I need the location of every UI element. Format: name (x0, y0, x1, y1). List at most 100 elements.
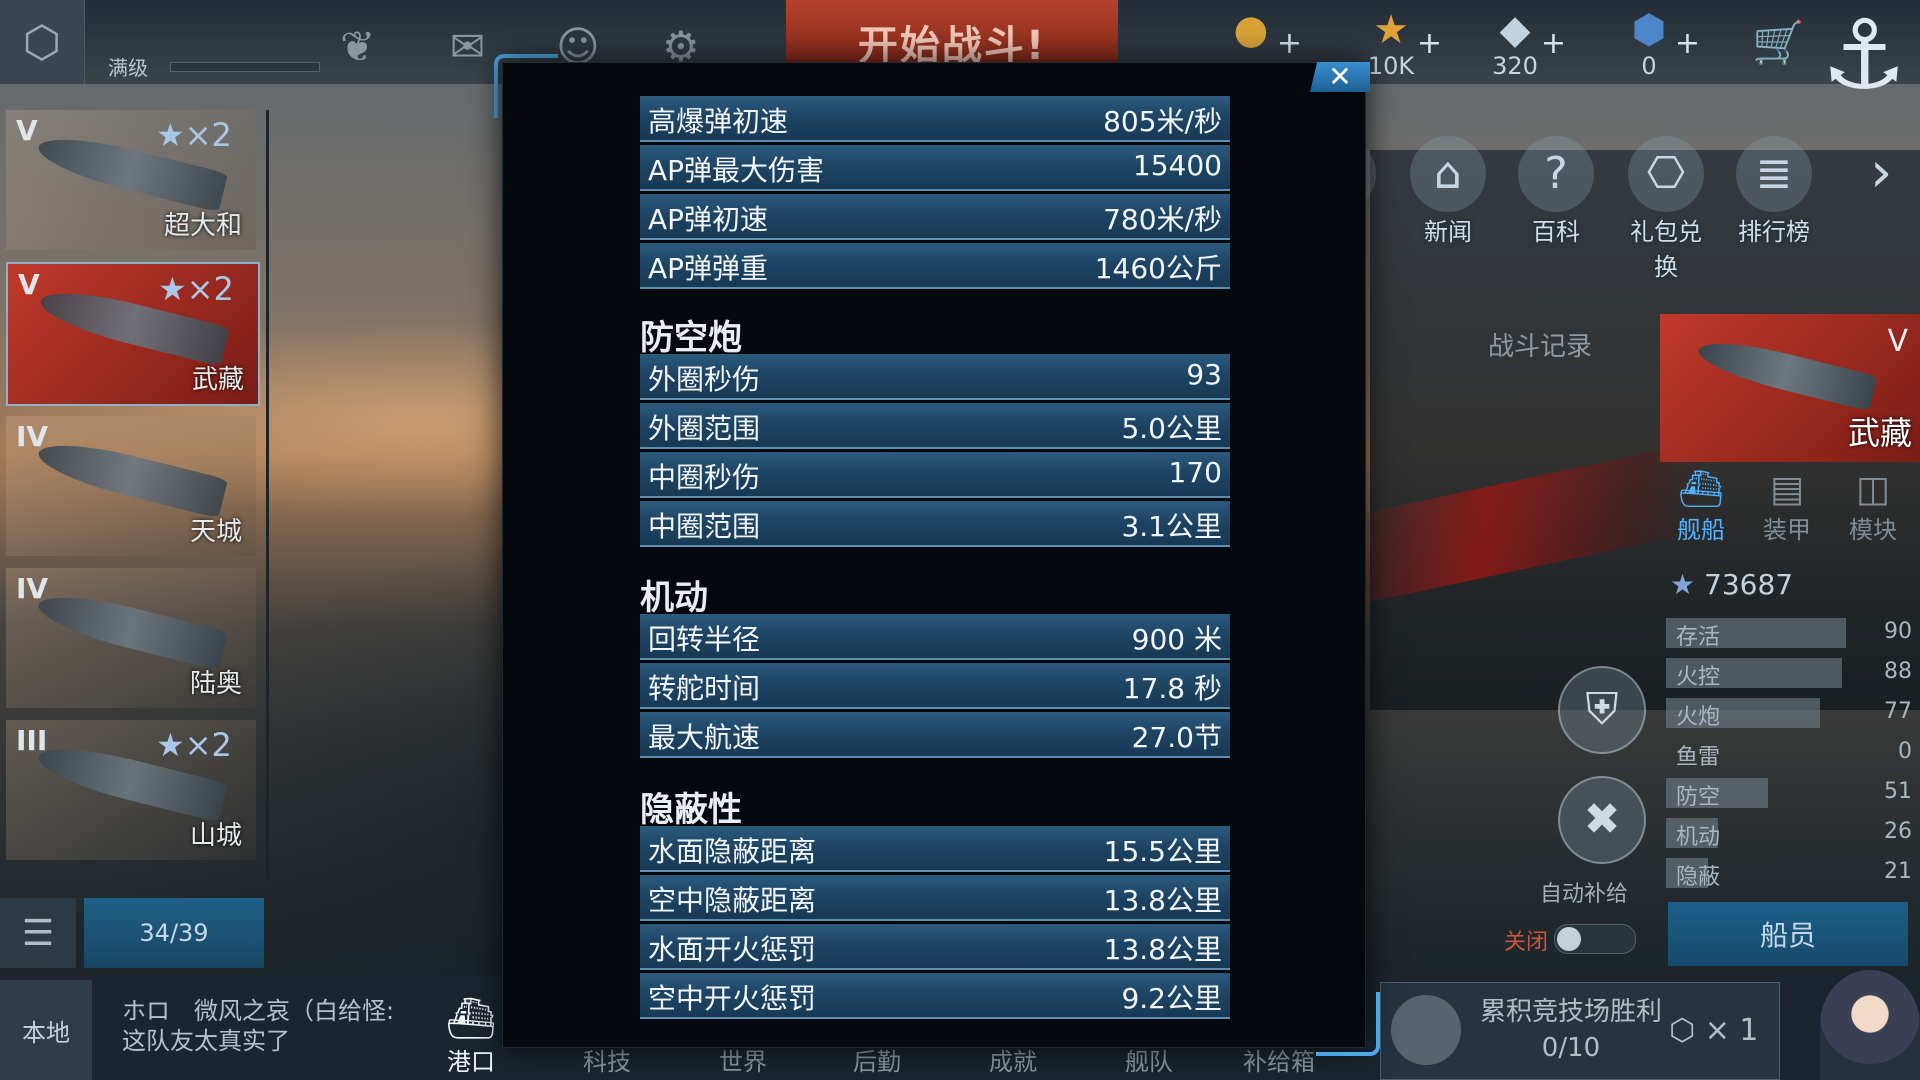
anchor-icon[interactable]: ⚓ (1808, 0, 1920, 110)
stat-row: 回转半径 900 米 (640, 614, 1230, 660)
section-title-mobility: 机动 (640, 578, 708, 618)
stat-row: AP弹初速 780米/秒 (640, 194, 1230, 240)
list-icon: ☰ (21, 912, 55, 954)
auto-supply-toggle[interactable] (1554, 924, 1636, 954)
currency-gold[interactable]: ● + (1196, 8, 1306, 61)
stat-bar-label: 防空 (1676, 785, 1721, 810)
stat-bar-value: 90 (1884, 619, 1912, 644)
tab-module[interactable]: ◫ 模块 (1830, 470, 1916, 545)
stat-row: 外圈秒伤 93 (640, 354, 1230, 400)
stat-row: 空中隐蔽距离 13.8公里 (640, 875, 1230, 921)
stat-label: 水面隐蔽距离 (648, 835, 817, 868)
ship-list: V ★×2 超大和 V ★×2 武藏 IV 天城 IV 陆奥 III ★×2 山… (0, 110, 262, 890)
rank-badge-icon[interactable]: ⛨ (1558, 666, 1646, 754)
stat-bar-label: 机动 (1676, 825, 1721, 850)
ship-icon: ⛴ (1678, 469, 1724, 510)
stat-value: 27.0节 (1131, 721, 1222, 754)
stat-bar-value: 51 (1884, 779, 1912, 804)
selected-ship-card[interactable]: V 武藏 (1660, 314, 1920, 462)
stat-value: 805米/秒 (1103, 105, 1222, 138)
ship-card[interactable]: III ★×2 山城 (6, 720, 256, 860)
currency-diamond[interactable]: ◆ 320 + (1460, 8, 1570, 80)
gift-icon: ⎔ (1628, 136, 1704, 212)
gift-redeem-button[interactable]: ⎔ 礼包兑换 (1620, 136, 1712, 282)
stat-row: 空中开火惩罚 9.2公里 (640, 973, 1230, 1019)
stat-value: 1460公斤 (1094, 252, 1222, 285)
stat-bar-label: 鱼雷 (1676, 745, 1721, 770)
ship-model (33, 585, 229, 671)
officer-portrait[interactable] (1820, 970, 1920, 1080)
add-diamond-icon[interactable]: + (1541, 26, 1566, 61)
stat-value: 170 (1168, 456, 1222, 489)
ship-card[interactable]: V ★×2 超大和 (6, 110, 256, 250)
stat-value: 13.8公里 (1103, 884, 1222, 917)
toggle-knob (1557, 927, 1581, 951)
stat-label: 中圈范围 (648, 510, 761, 543)
stat-value: 15.5公里 (1103, 835, 1222, 868)
ship-count: 34/39 (84, 898, 264, 968)
shop-cart-icon[interactable]: 🛒 (1752, 18, 1804, 68)
stat-bar-row: 火控 88 (1666, 658, 1916, 690)
crew-button[interactable]: 船员 (1668, 902, 1908, 966)
stat-bar-row: 存活 90 (1666, 618, 1916, 650)
star-badge: ★×2 (158, 270, 234, 308)
stat-row: AP弹最大伤害 15400 (640, 145, 1230, 191)
battle-record-link[interactable]: 战斗记录 (1488, 326, 1592, 363)
chat-local-tab[interactable]: 本地 (0, 980, 92, 1080)
stat-label: AP弹初速 (648, 203, 769, 236)
stat-label: 空中隐蔽距离 (648, 884, 817, 917)
add-gem-icon[interactable]: + (1675, 26, 1700, 61)
stat-value: 15400 (1132, 149, 1222, 182)
ship-card[interactable]: IV 天城 (6, 416, 256, 556)
stat-row: 外圈范围 5.0公里 (640, 403, 1230, 449)
ship-card[interactable]: IV 陆奥 (6, 568, 256, 708)
ship-card-selected[interactable]: V ★×2 武藏 (6, 262, 260, 406)
emblem-icon: ⬡ (22, 16, 62, 68)
tab-ship[interactable]: ⛴ 舰船 (1658, 470, 1744, 545)
toggle-state-label: 关闭 (1504, 930, 1549, 955)
home-icon: ⌂ (1410, 136, 1486, 212)
stat-label: 外圈秒伤 (648, 363, 761, 396)
list-menu-button[interactable]: ☰ (0, 898, 76, 968)
repair-tools-icon[interactable]: ✖ (1558, 776, 1646, 864)
stat-row: 水面开火惩罚 13.8公里 (640, 924, 1230, 970)
stat-label: 转舵时间 (648, 672, 761, 705)
stat-label: AP弹最大伤害 (648, 154, 825, 187)
stat-bar-value: 88 (1884, 659, 1912, 684)
add-star-icon[interactable]: + (1417, 26, 1442, 61)
modal-corner-decoration (1316, 992, 1380, 1056)
stat-value: 93 (1186, 358, 1222, 391)
stat-bar-value: 21 (1884, 859, 1912, 884)
arena-reward: ⬡ × 1 (1669, 1013, 1759, 1048)
stat-label: 最大航速 (648, 721, 761, 754)
stat-bar-row: 防空 51 (1666, 778, 1916, 810)
chevron-right-icon[interactable]: › (1870, 140, 1914, 210)
leaderboard-button[interactable]: ≣ 排行榜 (1728, 136, 1820, 247)
level-progress-bar (170, 62, 320, 72)
stat-row: 高爆弹初速 805米/秒 (640, 96, 1230, 142)
star-icon: ★ (1670, 568, 1696, 601)
stat-row: 最大航速 27.0节 (640, 712, 1230, 758)
stat-bar-row: 火炮 77 (1666, 698, 1916, 730)
news-button[interactable]: ⌂ 新闻 (1402, 136, 1494, 247)
add-gold-icon[interactable]: + (1277, 26, 1302, 61)
mobility-stats-table: 回转半径 900 米转舵时间 17.8 秒最大航速 27.0节 (640, 614, 1230, 761)
mail-icon[interactable]: ✉ (450, 22, 485, 71)
close-button[interactable]: ✕ (1310, 62, 1370, 92)
star-badge: ★×2 (156, 726, 232, 764)
arena-wins-panel[interactable]: 累积竞技场胜利 0/10 ⬡ × 1 (1380, 982, 1780, 1080)
list-scrollbar[interactable] (266, 110, 269, 880)
stat-bar-value: 0 (1898, 739, 1912, 764)
player-avatar[interactable]: ⬡ (0, 0, 85, 84)
currency-gem[interactable]: ⬢ 0 + (1594, 8, 1704, 80)
stat-label: 外圈范围 (648, 412, 761, 445)
stat-row: 水面隐蔽距离 15.5公里 (640, 826, 1230, 872)
chat-message[interactable]: ホロ 微风之哀（白给怪:这队友太真实了 (122, 996, 412, 1056)
ship-score: ★ 73687 (1670, 568, 1794, 601)
leaderboard-icon: ≣ (1736, 136, 1812, 212)
stat-value: 900 米 (1131, 623, 1222, 656)
stat-value: 13.8公里 (1103, 933, 1222, 966)
tab-armor[interactable]: ▤ 装甲 (1744, 470, 1830, 545)
wiki-button[interactable]: ? 百科 (1510, 136, 1602, 247)
stat-row: 中圈范围 3.1公里 (640, 501, 1230, 547)
